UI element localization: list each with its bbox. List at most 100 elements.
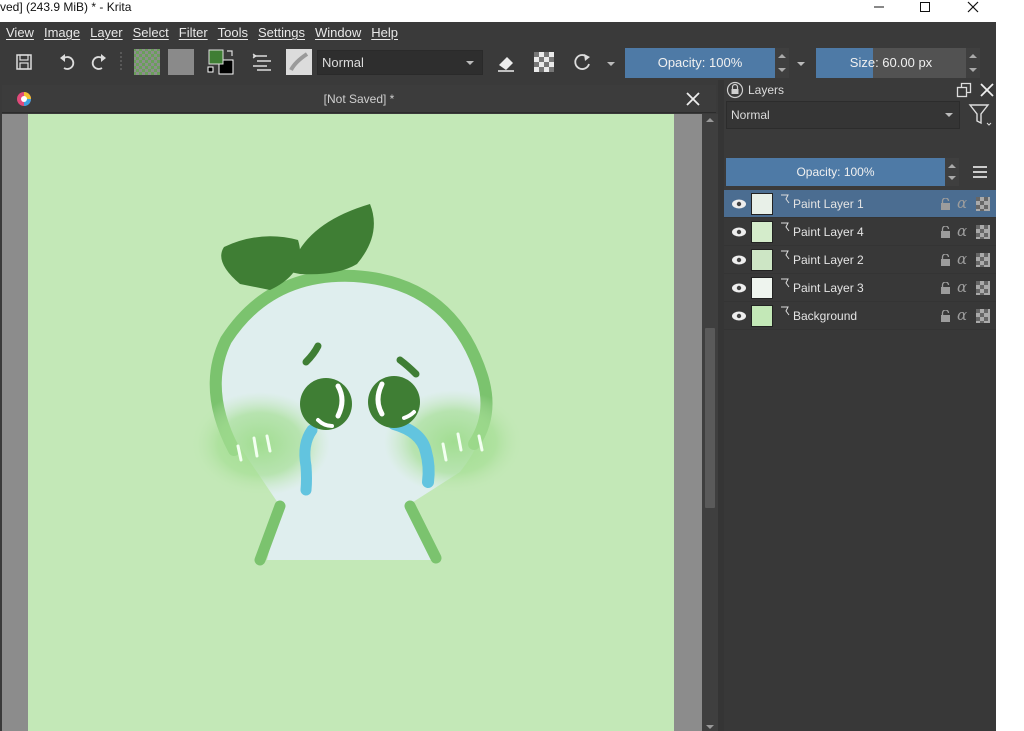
canvas-vertical-scrollbar[interactable] bbox=[702, 114, 718, 731]
layer-name: Background bbox=[793, 309, 858, 323]
menu-help[interactable]: Help bbox=[366, 22, 403, 44]
hamburger-menu-icon[interactable] bbox=[971, 163, 989, 181]
minimize-button[interactable] bbox=[856, 0, 902, 14]
undo-icon bbox=[60, 54, 75, 70]
spin-down-icon bbox=[948, 176, 956, 180]
menu-filter[interactable]: Filter bbox=[174, 22, 213, 44]
layer-opacity-spinner[interactable] bbox=[945, 158, 959, 186]
spin-up-icon bbox=[969, 54, 977, 58]
menu-layer[interactable]: Layer bbox=[85, 22, 128, 44]
inherit-alpha-icon[interactable] bbox=[976, 197, 990, 211]
inherit-alpha-icon[interactable] bbox=[976, 253, 990, 267]
canvas-drawing[interactable] bbox=[2, 114, 702, 731]
layer-row-background[interactable]: Background α bbox=[724, 302, 996, 330]
eraser-icon bbox=[498, 57, 514, 72]
brush-settings-icon bbox=[252, 53, 271, 71]
scroll-down-icon[interactable] bbox=[706, 725, 714, 729]
reload-menu-chevron-icon[interactable] bbox=[607, 62, 615, 66]
menu-window[interactable]: Window bbox=[310, 22, 366, 44]
layer-opacity-slider[interactable]: Opacity: 100% bbox=[726, 158, 945, 186]
color-swatches[interactable] bbox=[204, 48, 238, 76]
layer-blend-mode-select[interactable]: Normal bbox=[726, 101, 960, 129]
alpha-lock-icon[interactable]: α bbox=[957, 193, 967, 213]
alpha-lock-icon[interactable]: α bbox=[957, 249, 967, 269]
krita-window: View Image Layer Select Filter Tools Set… bbox=[0, 22, 996, 731]
preserve-alpha-toggle[interactable] bbox=[530, 48, 558, 76]
layer-row-paint-layer-2[interactable]: Paint Layer 2 α bbox=[724, 246, 996, 274]
layer-row-paint-layer-4[interactable]: Paint Layer 4 α bbox=[724, 218, 996, 246]
visibility-eye-icon[interactable] bbox=[731, 225, 747, 239]
eraser-toggle[interactable] bbox=[493, 48, 519, 76]
scrollbar-thumb[interactable] bbox=[705, 328, 715, 508]
alpha-lock-icon[interactable]: α bbox=[957, 221, 967, 241]
menu-tools[interactable]: Tools bbox=[213, 22, 253, 44]
filter-icon[interactable] bbox=[968, 101, 992, 129]
brush-preset-button[interactable] bbox=[284, 48, 314, 76]
visibility-eye-icon[interactable] bbox=[731, 253, 747, 267]
size-slider-label: Size: 60.00 px bbox=[849, 55, 933, 70]
alpha-lock-icon[interactable]: α bbox=[957, 277, 967, 297]
layer-row-paint-layer-3[interactable]: Paint Layer 3 α bbox=[724, 274, 996, 302]
lock-icon[interactable] bbox=[939, 226, 951, 238]
brush-settings-button[interactable] bbox=[248, 48, 276, 76]
layer-row-paint-layer-1[interactable]: Paint Layer 1 α bbox=[724, 190, 996, 218]
layer-thumbnail bbox=[751, 249, 773, 271]
layers-docker-titlebar: Layers bbox=[724, 80, 996, 100]
document-title: [Not Saved] * bbox=[323, 92, 395, 106]
visibility-eye-icon[interactable] bbox=[731, 281, 747, 295]
lock-icon[interactable] bbox=[939, 254, 951, 266]
close-document-icon[interactable] bbox=[686, 92, 700, 106]
layer-thumbnail bbox=[751, 193, 773, 215]
desktop-edge bbox=[996, 22, 1024, 731]
inherit-alpha-icon[interactable] bbox=[976, 225, 990, 239]
lock-icon[interactable] bbox=[939, 282, 951, 294]
close-docker-icon[interactable] bbox=[980, 83, 994, 97]
spin-up-icon bbox=[948, 164, 956, 168]
opacity-spinner[interactable] bbox=[775, 48, 789, 78]
lock-icon[interactable] bbox=[939, 198, 951, 210]
layer-list: Paint Layer 1 α Paint Layer 4 α Paint La… bbox=[724, 190, 996, 731]
alpha-lock-icon[interactable]: α bbox=[957, 305, 967, 325]
gradient-selector[interactable] bbox=[132, 48, 162, 76]
tool-options-bar: Normal Opacity: 100% Size: 60.00 px bbox=[0, 44, 996, 80]
opacity-slider-label: Opacity: 100% bbox=[657, 55, 743, 70]
save-button[interactable] bbox=[10, 48, 38, 76]
layer-thumbnail bbox=[751, 305, 773, 327]
inherit-alpha-icon[interactable] bbox=[976, 309, 990, 323]
menu-image[interactable]: Image bbox=[39, 22, 85, 44]
menu-select[interactable]: Select bbox=[128, 22, 174, 44]
visibility-eye-icon[interactable] bbox=[731, 197, 747, 211]
layer-thumbnail bbox=[751, 221, 773, 243]
float-docker-icon[interactable] bbox=[956, 82, 972, 98]
document-tab[interactable]: [Not Saved] * bbox=[2, 85, 716, 113]
opacity-menu-chevron-icon[interactable] bbox=[797, 62, 805, 66]
visibility-eye-icon[interactable] bbox=[731, 309, 747, 323]
size-slider[interactable]: Size: 60.00 px bbox=[816, 48, 966, 78]
layer-name: Paint Layer 1 bbox=[793, 197, 864, 211]
window-title: ved] (243.9 MiB) * - Krita bbox=[0, 0, 132, 14]
pattern-selector[interactable] bbox=[166, 48, 196, 76]
blend-mode-value: Normal bbox=[322, 55, 364, 70]
reload-preset-button[interactable] bbox=[568, 48, 596, 76]
docker-lock-icon[interactable] bbox=[726, 81, 744, 99]
layer-blend-mode-value: Normal bbox=[731, 108, 770, 122]
undo-button[interactable] bbox=[54, 48, 80, 76]
maximize-button[interactable] bbox=[902, 0, 948, 14]
redo-button[interactable] bbox=[86, 48, 112, 76]
menu-settings[interactable]: Settings bbox=[253, 22, 310, 44]
paint-layer-icon bbox=[781, 250, 790, 260]
lock-icon[interactable] bbox=[939, 310, 951, 322]
inherit-alpha-icon[interactable] bbox=[976, 281, 990, 295]
size-spinner[interactable] bbox=[966, 48, 980, 78]
canvas-viewport[interactable] bbox=[2, 114, 702, 731]
layer-thumbnail bbox=[751, 277, 773, 299]
spin-down-icon bbox=[969, 68, 977, 72]
gradient-icon bbox=[134, 49, 160, 75]
scroll-up-icon[interactable] bbox=[706, 118, 714, 122]
blend-mode-select[interactable]: Normal bbox=[317, 50, 483, 75]
menu-view[interactable]: View bbox=[0, 22, 39, 44]
close-window-button[interactable] bbox=[950, 0, 996, 14]
opacity-slider[interactable]: Opacity: 100% bbox=[625, 48, 775, 78]
paint-layer-icon bbox=[781, 194, 790, 204]
maximize-icon bbox=[920, 2, 930, 12]
